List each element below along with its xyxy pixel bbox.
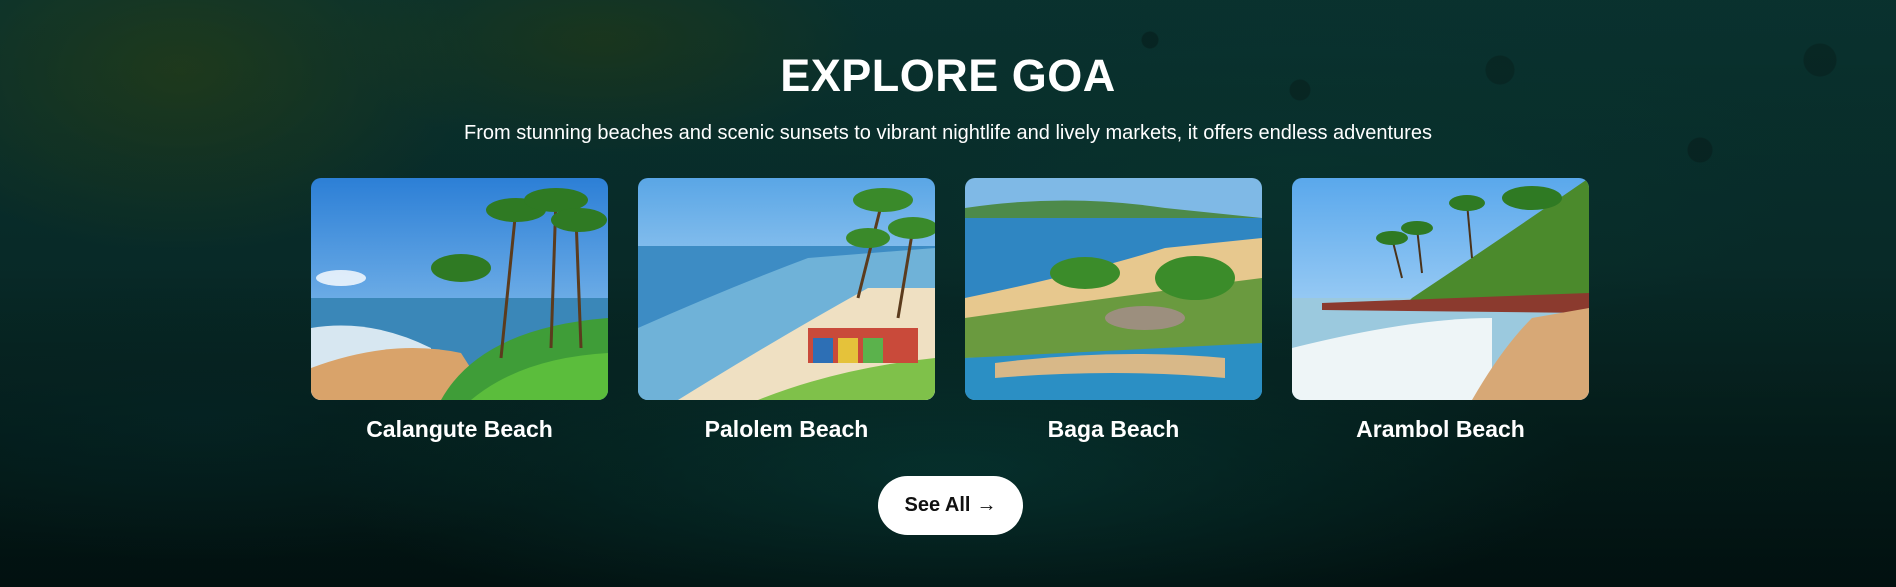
- arrow-right-icon: →: [976, 494, 997, 516]
- section-subtitle: From stunning beaches and scenic sunsets…: [464, 122, 1432, 144]
- destination-card[interactable]: Arambol Beach: [1292, 178, 1589, 443]
- destination-name[interactable]: Palolem Beach: [638, 416, 935, 443]
- destination-card[interactable]: Palolem Beach: [638, 178, 935, 443]
- explore-goa-section: EXPLORE GOA From stunning beaches and sc…: [0, 0, 1896, 587]
- destination-name[interactable]: Arambol Beach: [1292, 416, 1589, 443]
- destination-image[interactable]: [638, 178, 935, 400]
- destination-image[interactable]: [311, 178, 608, 400]
- destination-name[interactable]: Calangute Beach: [311, 416, 608, 443]
- see-all-label: See All: [904, 494, 971, 516]
- destination-card[interactable]: Baga Beach: [965, 178, 1262, 443]
- see-all-button[interactable]: See All →: [878, 476, 1023, 535]
- destination-image[interactable]: [965, 178, 1262, 400]
- destination-card[interactable]: Calangute Beach: [311, 178, 608, 443]
- section-title: EXPLORE GOA: [780, 50, 1116, 101]
- destination-image[interactable]: [1292, 178, 1589, 400]
- destination-cards: Calangute Beach Palolem Beach Baga Beach…: [311, 178, 1589, 443]
- destination-name[interactable]: Baga Beach: [965, 416, 1262, 443]
